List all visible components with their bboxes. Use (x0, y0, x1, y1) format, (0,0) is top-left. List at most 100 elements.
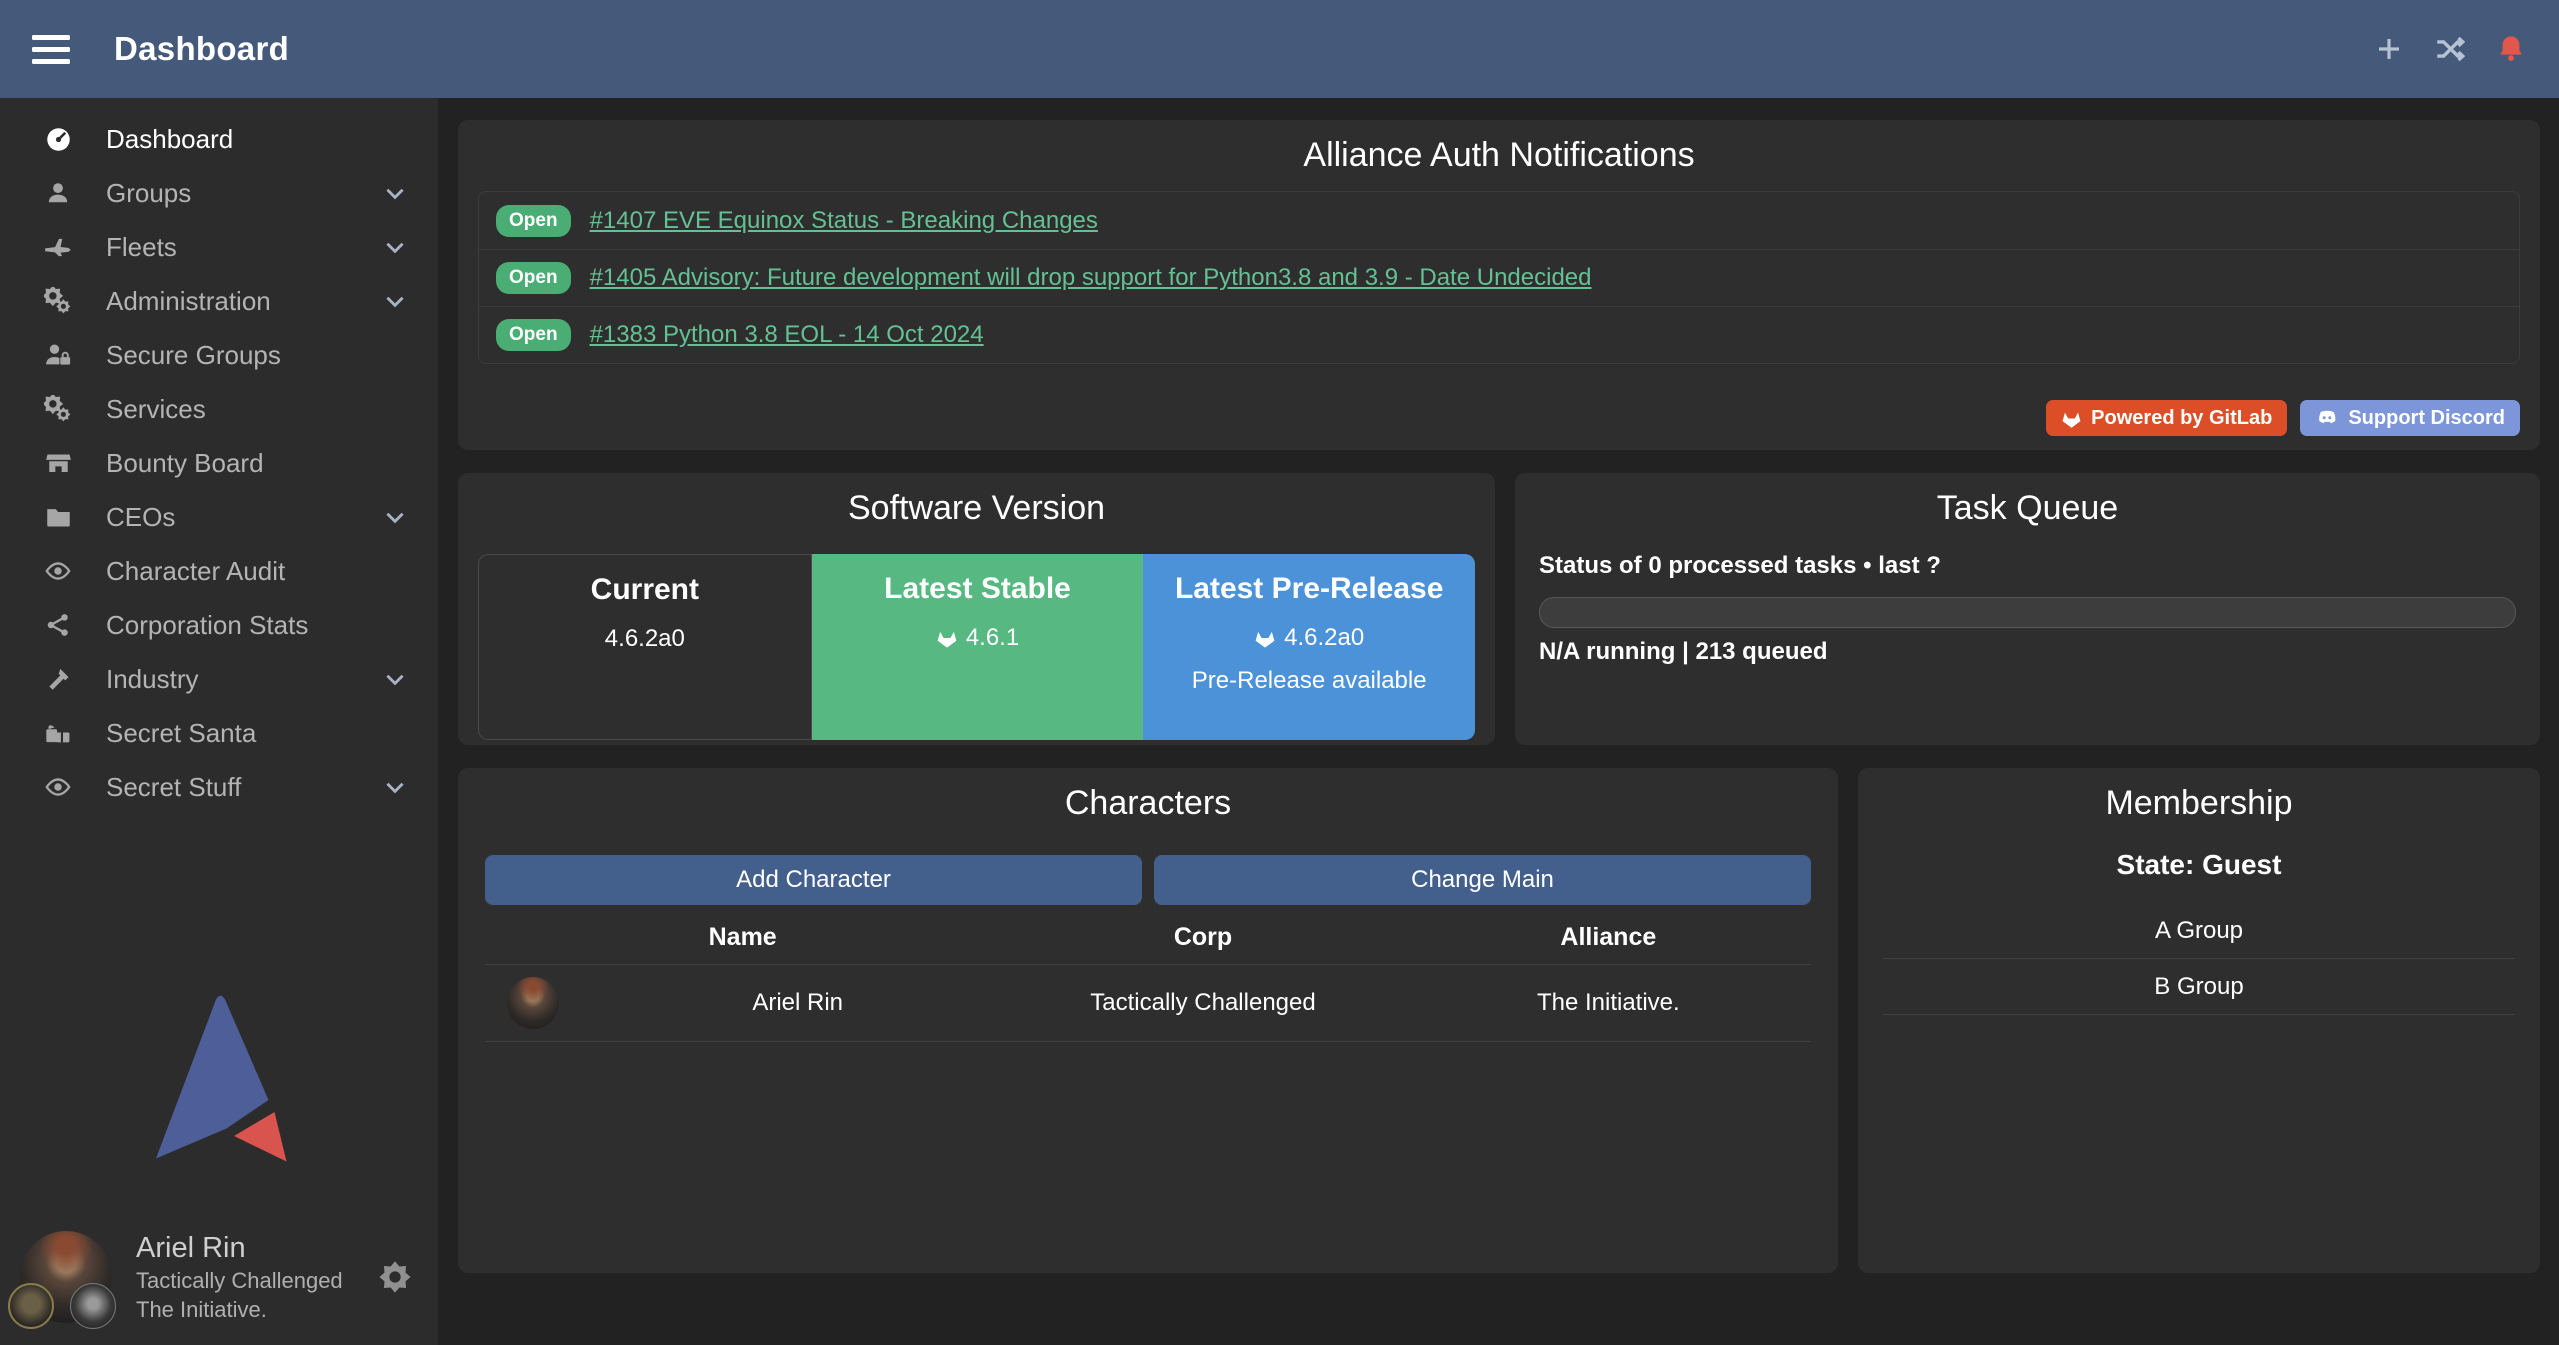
row-version-queue: Software Version Current 4.6.2a0 Latest … (458, 473, 2540, 745)
folder-icon (34, 504, 82, 531)
chevron-down-icon (382, 504, 408, 530)
sidebar-item-character-audit[interactable]: Character Audit (0, 544, 438, 598)
sidebar-item-fleets[interactable]: Fleets (0, 220, 438, 274)
task-queue-title: Task Queue (1539, 473, 2516, 528)
sidebar-item-services[interactable]: Services (0, 382, 438, 436)
notification-link[interactable]: #1405 Advisory: Future development will … (590, 264, 1592, 292)
gitlab-icon (1254, 627, 1276, 649)
version-stable-value: 4.6.1 (966, 624, 1019, 652)
version-stable-header: Latest Stable (812, 572, 1144, 606)
version-stable: Latest Stable 4.6.1 (812, 554, 1144, 740)
sidebar-item-bounty-board[interactable]: Bounty Board (0, 436, 438, 490)
status-badge: Open (496, 205, 571, 237)
sidebar-item-secure-groups[interactable]: Secure Groups (0, 328, 438, 382)
notifications-footer: Powered by GitLab Support Discord (478, 400, 2520, 450)
status-badge: Open (496, 262, 571, 294)
sidebar-item-corporation-stats[interactable]: Corporation Stats (0, 598, 438, 652)
shuffle-icon[interactable] (2433, 32, 2467, 66)
membership-groups-list: A Group B Group (1883, 903, 2515, 1015)
user-icon (34, 180, 82, 206)
hammer-icon (34, 666, 82, 693)
sidebar-item-label: Services (106, 394, 206, 425)
characters-buttons: Add Character Change Main (485, 855, 1811, 905)
sidebar-item-label: Groups (106, 178, 191, 209)
share-icon (34, 612, 82, 638)
chevron-down-icon (382, 774, 408, 800)
discord-badge[interactable]: Support Discord (2300, 400, 2520, 436)
membership-title: Membership (1883, 768, 2515, 823)
status-badge: Open (496, 319, 571, 351)
version-current: Current 4.6.2a0 (478, 554, 812, 740)
gitlab-badge[interactable]: Powered by GitLab (2046, 400, 2287, 436)
task-queue-progress-bar (1539, 597, 2516, 628)
discord-badge-label: Support Discord (2348, 407, 2505, 430)
list-item: A Group (1883, 903, 2515, 959)
store-icon (34, 450, 82, 477)
sidebar-item-label: Bounty Board (106, 448, 264, 479)
gears-icon (34, 395, 82, 423)
chevron-down-icon (382, 666, 408, 692)
eye-icon (34, 557, 82, 585)
gear-icon[interactable] (378, 1260, 412, 1294)
main-content: Alliance Auth Notifications Open #1407 E… (438, 98, 2559, 1345)
notification-link[interactable]: #1383 Python 3.8 EOL - 14 Oct 2024 (590, 321, 984, 349)
user-meta: Ariel Rin Tactically Challenged The Init… (136, 1232, 343, 1323)
plus-icon[interactable] (2373, 33, 2405, 65)
sidebar-item-secret-stuff[interactable]: Secret Stuff (0, 760, 438, 814)
page-title: Dashboard (114, 30, 289, 68)
top-navbar: Dashboard (0, 0, 2559, 98)
row-characters-membership: Characters Add Character Change Main Nam… (458, 768, 2540, 1273)
character-portrait (507, 977, 559, 1029)
sidebar-item-label: Secure Groups (106, 340, 281, 371)
user-name: Ariel Rin (136, 1232, 343, 1265)
alliance-auth-logo (0, 988, 438, 1173)
sidebar-item-label: Fleets (106, 232, 177, 263)
version-boxes: Current 4.6.2a0 Latest Stable 4.6.1 Late… (478, 554, 1475, 740)
menu-icon[interactable] (32, 35, 70, 64)
add-character-button[interactable]: Add Character (485, 855, 1142, 905)
sidebar-item-label: Dashboard (106, 124, 233, 155)
column-header-alliance: Alliance (1406, 923, 1811, 952)
user-avatar (20, 1231, 112, 1323)
gears-icon (34, 287, 82, 315)
version-prerelease-note: Pre-Release available (1143, 667, 1475, 695)
sidebar-item-label: Secret Stuff (106, 772, 241, 803)
characters-table-header: Name Corp Alliance (485, 905, 1811, 965)
notification-item: Open #1407 EVE Equinox Status - Breaking… (479, 192, 2519, 249)
gitlab-icon (2061, 408, 2082, 429)
notifications-list: Open #1407 EVE Equinox Status - Breaking… (478, 191, 2520, 364)
version-prerelease-header: Latest Pre-Release (1143, 572, 1475, 606)
sidebar-item-label: Character Audit (106, 556, 285, 587)
notification-link[interactable]: #1407 EVE Equinox Status - Breaking Chan… (590, 207, 1098, 235)
version-prerelease-value: 4.6.2a0 (1284, 624, 1364, 652)
membership-panel: Membership State: Guest A Group B Group (1858, 768, 2540, 1273)
task-queue-counts: N/A running | 213 queued (1539, 638, 2516, 666)
notifications-panel: Alliance Auth Notifications Open #1407 E… (458, 120, 2540, 450)
membership-state: State: Guest (1883, 849, 2515, 881)
software-version-title: Software Version (458, 473, 1495, 528)
characters-table: Name Corp Alliance Ariel Rin Tactically … (485, 905, 1811, 1042)
sidebar-item-label: Secret Santa (106, 718, 256, 749)
sidebar-item-secret-santa[interactable]: Secret Santa (0, 706, 438, 760)
sidebar-item-administration[interactable]: Administration (0, 274, 438, 328)
sidebar-item-groups[interactable]: Groups (0, 166, 438, 220)
table-row: Ariel Rin Tactically Challenged The Init… (485, 965, 1811, 1042)
column-header-corp: Corp (1000, 923, 1405, 952)
list-item: B Group (1883, 959, 2515, 1015)
sidebar-item-label: Corporation Stats (106, 610, 308, 641)
sidebar-item-dashboard[interactable]: Dashboard (0, 112, 438, 166)
chevron-down-icon (382, 234, 408, 260)
sidebar-item-label: Administration (106, 286, 271, 317)
bell-icon[interactable] (2495, 33, 2527, 65)
sidebar-item-ceos[interactable]: CEOs (0, 490, 438, 544)
software-version-panel: Software Version Current 4.6.2a0 Latest … (458, 473, 1495, 745)
eye-icon (34, 773, 82, 801)
user-corp: Tactically Challenged (136, 1268, 343, 1294)
character-corp: Tactically Challenged (1000, 989, 1405, 1017)
notification-item: Open #1383 Python 3.8 EOL - 14 Oct 2024 (479, 306, 2519, 363)
jet-icon (34, 233, 82, 261)
change-main-button[interactable]: Change Main (1154, 855, 1811, 905)
sidebar-item-label: CEOs (106, 502, 175, 533)
sidebar-item-industry[interactable]: Industry (0, 652, 438, 706)
navbar-actions (2373, 32, 2527, 66)
